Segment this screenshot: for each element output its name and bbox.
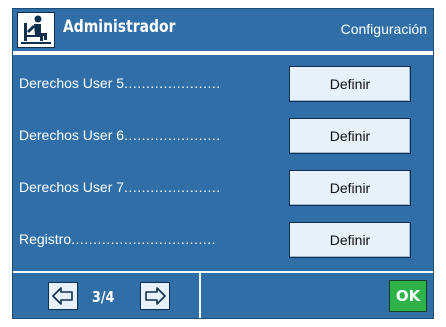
page-indicator: 3/4 bbox=[92, 288, 115, 306]
list-item: Derechos User 5...................... De… bbox=[13, 62, 433, 106]
row-label-text: Derechos User 7 bbox=[19, 179, 125, 195]
list-item: Derechos User 6...................... De… bbox=[13, 114, 433, 158]
header-bar: Administrador Configuración bbox=[13, 9, 433, 51]
header-separator bbox=[13, 51, 433, 55]
define-user5-button[interactable]: Definir bbox=[289, 66, 411, 102]
row-label-dots: ...................... bbox=[124, 127, 221, 143]
terminal-screen: Administrador Configuración Derechos Use… bbox=[12, 8, 434, 319]
footer-divider bbox=[199, 273, 201, 318]
row-label: Derechos User 6...................... bbox=[19, 127, 277, 143]
row-label: Derechos User 7...................... bbox=[19, 179, 277, 195]
define-user7-button[interactable]: Definir bbox=[289, 170, 411, 206]
define-log-button[interactable]: Definir bbox=[289, 222, 411, 258]
arrow-right-icon bbox=[145, 287, 166, 305]
page-title: Administrador bbox=[63, 17, 176, 37]
footer-bar: 3/4 OK bbox=[13, 271, 433, 318]
row-label-text: Derechos User 5 bbox=[19, 75, 125, 91]
row-label-text: Derechos User 6 bbox=[19, 127, 125, 143]
prev-page-button[interactable] bbox=[48, 282, 78, 310]
row-label-text: Registro bbox=[19, 231, 72, 247]
footer-separator bbox=[13, 271, 433, 273]
arrow-left-icon bbox=[52, 287, 73, 305]
list-item: Derechos User 7...................... De… bbox=[13, 166, 433, 210]
row-label-dots: ...................... bbox=[124, 75, 221, 91]
page-subtitle: Configuración bbox=[340, 21, 427, 37]
list-item: Registro................................… bbox=[13, 218, 433, 262]
ok-button[interactable]: OK bbox=[389, 280, 427, 312]
row-label-dots: ................................. bbox=[71, 231, 216, 247]
define-user6-button[interactable]: Definir bbox=[289, 118, 411, 154]
administrator-person-icon bbox=[17, 12, 55, 48]
row-label: Derechos User 5...................... bbox=[19, 75, 277, 91]
row-label: Registro................................… bbox=[19, 231, 277, 247]
next-page-button[interactable] bbox=[140, 282, 170, 310]
row-label-dots: ...................... bbox=[124, 179, 221, 195]
